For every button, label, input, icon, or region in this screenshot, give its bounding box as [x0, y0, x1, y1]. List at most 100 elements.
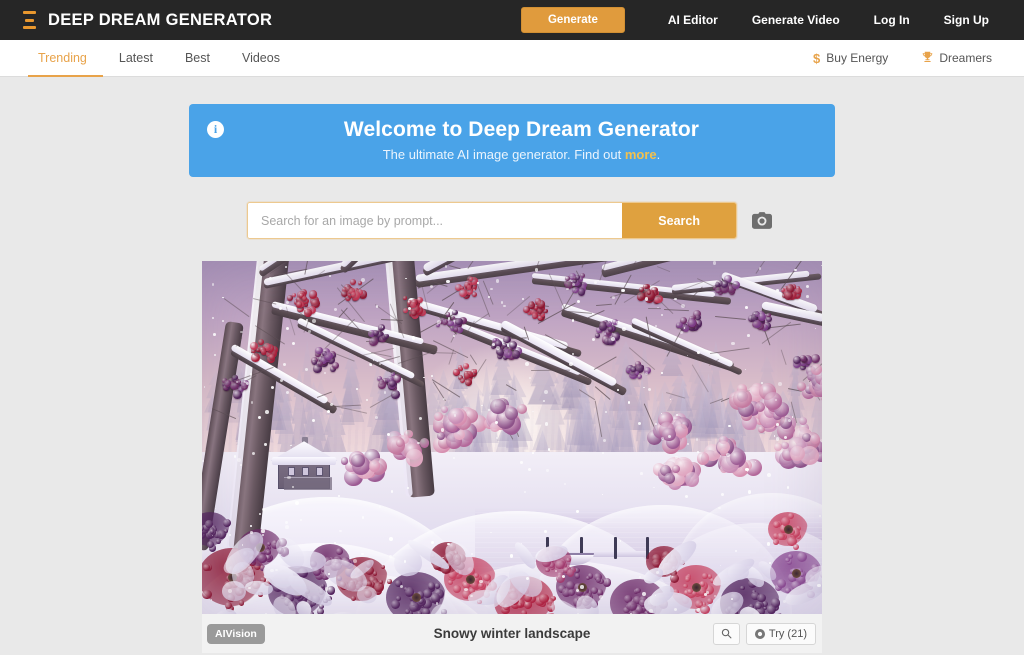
- snowflake: [758, 267, 762, 270]
- snowflake: [282, 362, 287, 367]
- snowflake: [329, 402, 333, 406]
- search-input[interactable]: [248, 203, 623, 239]
- bloom-petal: [590, 586, 598, 594]
- snowflake: [352, 558, 357, 563]
- bloom-petal: [217, 529, 226, 539]
- snowflake: [487, 409, 490, 412]
- snowflake: [284, 521, 288, 525]
- berry: [388, 380, 396, 388]
- snowflake: [444, 265, 448, 269]
- snowflake: [284, 524, 289, 529]
- cabin-group: [270, 437, 340, 493]
- buy-energy-link[interactable]: $ Buy Energy: [799, 51, 902, 66]
- snowflake: [566, 287, 569, 291]
- snowflake: [326, 410, 330, 414]
- snowflake: [644, 371, 649, 375]
- berry: [595, 333, 600, 338]
- bloom-petal: [635, 587, 641, 593]
- snowflake: [328, 274, 332, 278]
- nav-generate-video[interactable]: Generate Video: [735, 13, 857, 27]
- snowflake: [440, 428, 445, 432]
- berry: [303, 309, 312, 317]
- snowflake: [674, 297, 677, 301]
- berry: [605, 320, 613, 327]
- snowflake: [820, 265, 822, 267]
- berry: [378, 381, 386, 389]
- top-nav: Generate AI Editor Generate Video Log In…: [520, 7, 1006, 33]
- snowflake: [323, 372, 326, 375]
- bloom-petal: [545, 567, 550, 572]
- artwork-snowy-winter-landscape[interactable]: [202, 261, 822, 615]
- nav-log-in[interactable]: Log In: [857, 13, 927, 27]
- snowflake: [617, 388, 619, 391]
- bloom-petal: [700, 604, 710, 615]
- snowflake: [744, 368, 747, 371]
- berry: [260, 349, 267, 355]
- card-actions: Try (21): [712, 622, 816, 645]
- snowflake: [546, 469, 549, 472]
- berry: [452, 309, 458, 316]
- snowflake: [747, 490, 752, 494]
- foliage-puff: [672, 465, 680, 473]
- snowflake: [361, 515, 365, 519]
- snowflake: [661, 372, 663, 374]
- snowflake: [637, 421, 641, 425]
- snowflake: [775, 437, 779, 441]
- snowflake: [791, 416, 794, 418]
- bloom-petal: [773, 520, 781, 528]
- status-badge[interactable]: AIVision: [207, 623, 265, 644]
- snowflake: [479, 580, 483, 584]
- snowflake: [453, 414, 456, 417]
- top-header-bar: DEEP DREAM GENERATOR Generate AI Editor …: [0, 0, 1024, 40]
- snowflake: [337, 494, 340, 497]
- generate-button[interactable]: Generate: [520, 7, 625, 33]
- tab-trending[interactable]: Trending: [28, 41, 103, 77]
- snowflake: [211, 283, 215, 286]
- snowflake: [446, 279, 450, 283]
- foliage-puff: [810, 433, 821, 444]
- snowflake: [495, 279, 499, 283]
- twig: [223, 298, 250, 318]
- dreamers-label: Dreamers: [939, 51, 992, 65]
- snowflake: [601, 451, 604, 454]
- nav-ai-editor[interactable]: AI Editor: [651, 13, 735, 27]
- foliage-puff: [781, 441, 789, 450]
- snowflake: [250, 401, 254, 404]
- snowflake: [815, 328, 817, 330]
- dock-post: [614, 537, 617, 560]
- bloom-petal: [478, 582, 484, 589]
- search-button[interactable]: Search: [622, 203, 736, 239]
- zoom-image-button[interactable]: [712, 622, 740, 645]
- berry: [766, 312, 771, 317]
- snowflake: [311, 319, 316, 324]
- tab-videos[interactable]: Videos: [226, 41, 296, 77]
- sub-nav-bar: Trending Latest Best Videos $ Buy Energy…: [0, 40, 1024, 77]
- info-icon: i: [207, 121, 224, 138]
- tab-latest[interactable]: Latest: [103, 41, 169, 77]
- banner-subtitle-after: .: [656, 147, 661, 163]
- nav-sign-up[interactable]: Sign Up: [927, 13, 1006, 27]
- twig: [656, 266, 671, 273]
- main-content: i Welcome to Deep Dream Generator The ul…: [0, 77, 1024, 654]
- snowflake: [775, 423, 779, 427]
- berry: [295, 301, 302, 308]
- cabin-roof-eave: [272, 457, 336, 466]
- snowflake: [270, 385, 274, 390]
- tab-best[interactable]: Best: [169, 41, 226, 77]
- snowflake: [494, 421, 498, 424]
- snowflake: [221, 320, 224, 323]
- berry: [468, 276, 474, 282]
- try-button[interactable]: Try (21): [745, 622, 816, 645]
- snowflake: [214, 354, 217, 357]
- bloom-petal: [408, 602, 419, 612]
- snowflake: [621, 327, 626, 331]
- dreamers-link[interactable]: Dreamers: [908, 51, 1006, 65]
- berry: [292, 292, 297, 297]
- berry: [324, 351, 333, 361]
- snowflake: [611, 337, 615, 341]
- brand-logo[interactable]: DEEP DREAM GENERATOR: [22, 11, 272, 30]
- banner-more-link[interactable]: more: [625, 147, 657, 162]
- bloom-petal: [216, 539, 221, 544]
- snowflake: [369, 363, 373, 367]
- camera-search-button[interactable]: [746, 203, 777, 238]
